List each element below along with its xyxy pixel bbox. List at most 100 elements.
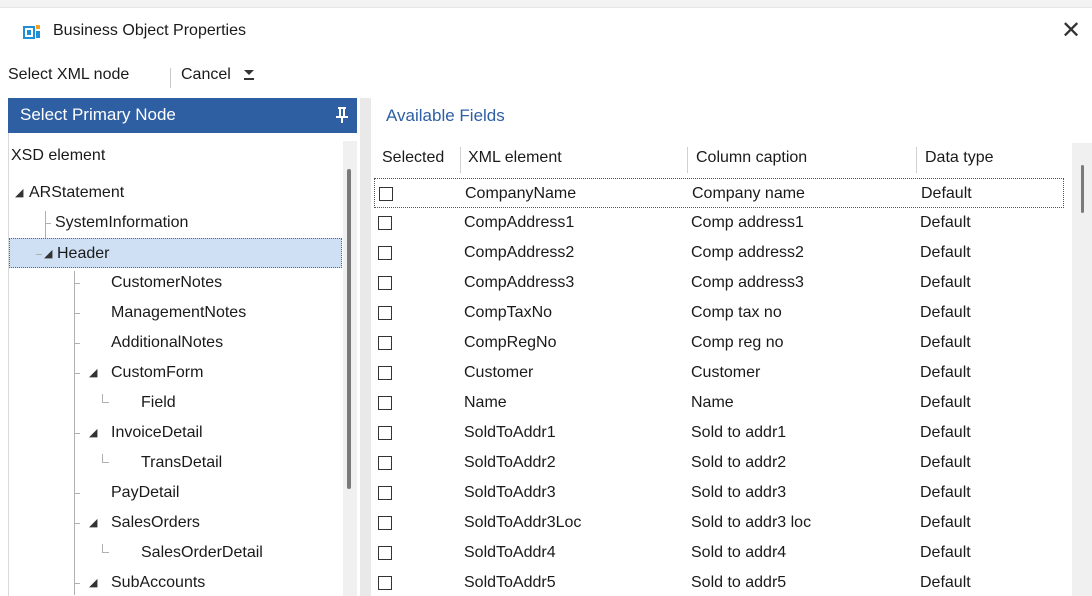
column-caption-cell[interactable]: Company name [692,179,805,209]
selected-checkbox[interactable] [378,456,392,470]
cancel-button[interactable]: Cancel [181,66,231,84]
selected-checkbox[interactable] [378,306,392,320]
column-caption-cell[interactable]: Comp address2 [691,238,804,268]
expanded-arrow-icon[interactable]: ◢ [15,178,23,208]
right-scrollbar-thumb[interactable] [1081,165,1084,213]
column-divider[interactable] [460,147,461,173]
xml-element-cell[interactable]: SoldToAddr3Loc [464,508,581,538]
data-type-cell[interactable]: Default [920,388,971,418]
xml-element-cell[interactable]: CompAddress1 [464,208,574,238]
selected-checkbox[interactable] [378,336,392,350]
data-type-cell[interactable]: Default [920,268,971,298]
selected-checkbox[interactable] [378,246,392,260]
tree-node[interactable]: AdditionalNotes [9,328,342,358]
tree-node[interactable]: SystemInformation [9,208,342,238]
table-row[interactable]: SoldToAddr1 Sold to addr1 Default [374,418,1064,448]
data-type-cell[interactable]: Default [920,478,971,508]
expanded-arrow-icon[interactable]: ◢ [89,358,97,388]
column-caption-cell[interactable]: Sold to addr3 [691,478,786,508]
data-type-cell[interactable]: Default [920,328,971,358]
column-caption-cell[interactable]: Sold to addr1 [691,418,786,448]
tree-node[interactable]: ◢ SubAccounts [9,568,342,596]
table-row[interactable]: SoldToAddr2 Sold to addr2 Default [374,448,1064,478]
column-header-column-caption[interactable]: Column caption [696,149,807,167]
column-caption-cell[interactable]: Comp address1 [691,208,804,238]
expanded-arrow-icon[interactable]: ◢ [89,568,97,596]
tree-node[interactable]: ◢ Header [9,238,342,268]
table-row[interactable]: CompAddress3 Comp address3 Default [374,268,1064,298]
table-row[interactable]: SoldToAddr5 Sold to addr5 Default [374,568,1064,596]
tree-node[interactable]: ◢ SalesOrders [9,508,342,538]
column-caption-cell[interactable]: Comp tax no [691,298,782,328]
table-row[interactable]: SoldToAddr4 Sold to addr4 Default [374,538,1064,568]
panel-splitter[interactable] [360,98,371,596]
expanded-arrow-icon[interactable]: ◢ [89,418,97,448]
data-type-cell[interactable]: Default [920,538,971,568]
xml-element-cell[interactable]: CompAddress3 [464,268,574,298]
xml-element-cell[interactable]: CompTaxNo [464,298,552,328]
column-caption-cell[interactable]: Sold to addr3 loc [691,508,811,538]
selected-checkbox[interactable] [378,546,392,560]
tree-node[interactable]: SalesOrderDetail [9,538,342,568]
table-row[interactable]: SoldToAddr3 Sold to addr3 Default [374,478,1064,508]
tree-node[interactable]: ◢ ARStatement [9,178,342,208]
table-row[interactable]: CompAddress1 Comp address1 Default [374,208,1064,238]
left-scrollbar[interactable] [343,141,357,596]
left-scrollbar-thumb[interactable] [347,169,351,489]
selected-checkbox[interactable] [378,216,392,230]
select-xml-node-button[interactable]: Select XML node [8,66,129,84]
column-caption-cell[interactable]: Comp address3 [691,268,804,298]
data-type-cell[interactable]: Default [921,179,972,209]
selected-checkbox[interactable] [378,276,392,290]
column-divider[interactable] [687,147,688,173]
table-row[interactable]: CompAddress2 Comp address2 Default [374,238,1064,268]
xml-element-cell[interactable]: CompAddress2 [464,238,574,268]
selected-checkbox[interactable] [378,486,392,500]
xml-element-cell[interactable]: SoldToAddr4 [464,538,556,568]
column-caption-cell[interactable]: Sold to addr5 [691,568,786,596]
xml-element-cell[interactable]: SoldToAddr1 [464,418,556,448]
xml-element-cell[interactable]: CompanyName [465,179,576,209]
table-row[interactable]: SoldToAddr3Loc Sold to addr3 loc Default [374,508,1064,538]
column-caption-cell[interactable]: Sold to addr2 [691,448,786,478]
tree-node[interactable]: ◢ InvoiceDetail [9,418,342,448]
toolbar-overflow-icon[interactable] [244,70,254,75]
close-button[interactable]: ✕ [1056,16,1086,46]
data-type-cell[interactable]: Default [920,238,971,268]
tree-node[interactable]: ◢ CustomForm [9,358,342,388]
selected-checkbox[interactable] [378,576,392,590]
xml-element-cell[interactable]: Name [464,388,507,418]
data-type-cell[interactable]: Default [920,298,971,328]
expanded-arrow-icon[interactable]: ◢ [44,239,52,269]
table-row[interactable]: Name Name Default [374,388,1064,418]
column-caption-cell[interactable]: Customer [691,358,760,388]
selected-checkbox[interactable] [379,187,393,201]
column-header-data-type[interactable]: Data type [925,149,993,167]
xml-element-cell[interactable]: SoldToAddr5 [464,568,556,596]
selected-checkbox[interactable] [378,426,392,440]
pin-icon[interactable] [335,106,349,124]
table-row[interactable]: CompRegNo Comp reg no Default [374,328,1064,358]
data-type-cell[interactable]: Default [920,448,971,478]
expanded-arrow-icon[interactable]: ◢ [89,508,97,538]
xml-element-cell[interactable]: SoldToAddr2 [464,448,556,478]
data-type-cell[interactable]: Default [920,508,971,538]
table-row[interactable]: Customer Customer Default [374,358,1064,388]
xml-element-cell[interactable]: SoldToAddr3 [464,478,556,508]
data-type-cell[interactable]: Default [920,358,971,388]
table-row[interactable]: CompTaxNo Comp tax no Default [374,298,1064,328]
xml-element-cell[interactable]: CompRegNo [464,328,556,358]
tree-node[interactable]: TransDetail [9,448,342,478]
column-header-selected[interactable]: Selected [382,149,444,167]
column-divider[interactable] [916,147,917,173]
data-type-cell[interactable]: Default [920,568,971,596]
column-caption-cell[interactable]: Comp reg no [691,328,784,358]
table-row[interactable]: CompanyName Company name Default [374,178,1064,208]
tree-node[interactable]: CustomerNotes [9,268,342,298]
data-type-cell[interactable]: Default [920,208,971,238]
column-caption-cell[interactable]: Name [691,388,734,418]
data-type-cell[interactable]: Default [920,418,971,448]
tree-node[interactable]: PayDetail [9,478,342,508]
selected-checkbox[interactable] [378,516,392,530]
xml-element-cell[interactable]: Customer [464,358,533,388]
